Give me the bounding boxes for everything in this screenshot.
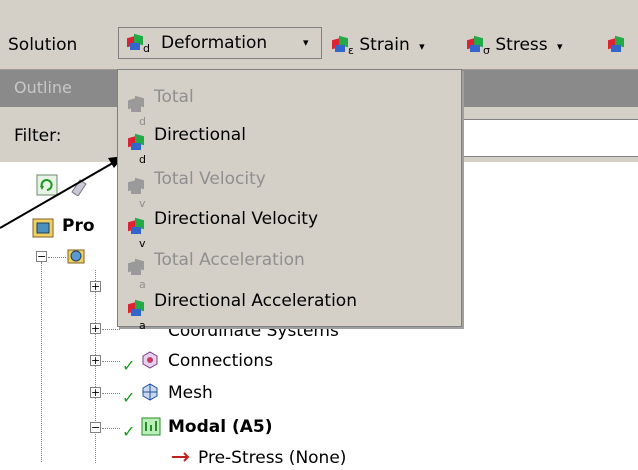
total-velocity-icon: v — [126, 170, 148, 210]
menu-item-total-velocity: v Total Velocity — [126, 162, 266, 210]
directional-velocity-icon: v — [126, 210, 148, 250]
menu-item-directional-acceleration[interactable]: a Directional Acceleration — [126, 284, 357, 332]
total-deformation-icon: d — [126, 88, 148, 128]
menu-item-directional-velocity[interactable]: v Directional Velocity — [126, 202, 318, 250]
menu-item-directional[interactable]: d Directional — [126, 118, 246, 166]
total-acceleration-icon: a — [126, 251, 148, 291]
menu-item-total-acceleration: a Total Acceleration — [126, 243, 305, 291]
directional-acceleration-icon: a — [126, 292, 148, 332]
menu-item-total: d Total — [126, 80, 194, 128]
deformation-dropdown-menu: d Total d Directional v Total Velocity v Dir… — [117, 69, 462, 332]
directional-deformation-icon: d — [126, 126, 148, 166]
